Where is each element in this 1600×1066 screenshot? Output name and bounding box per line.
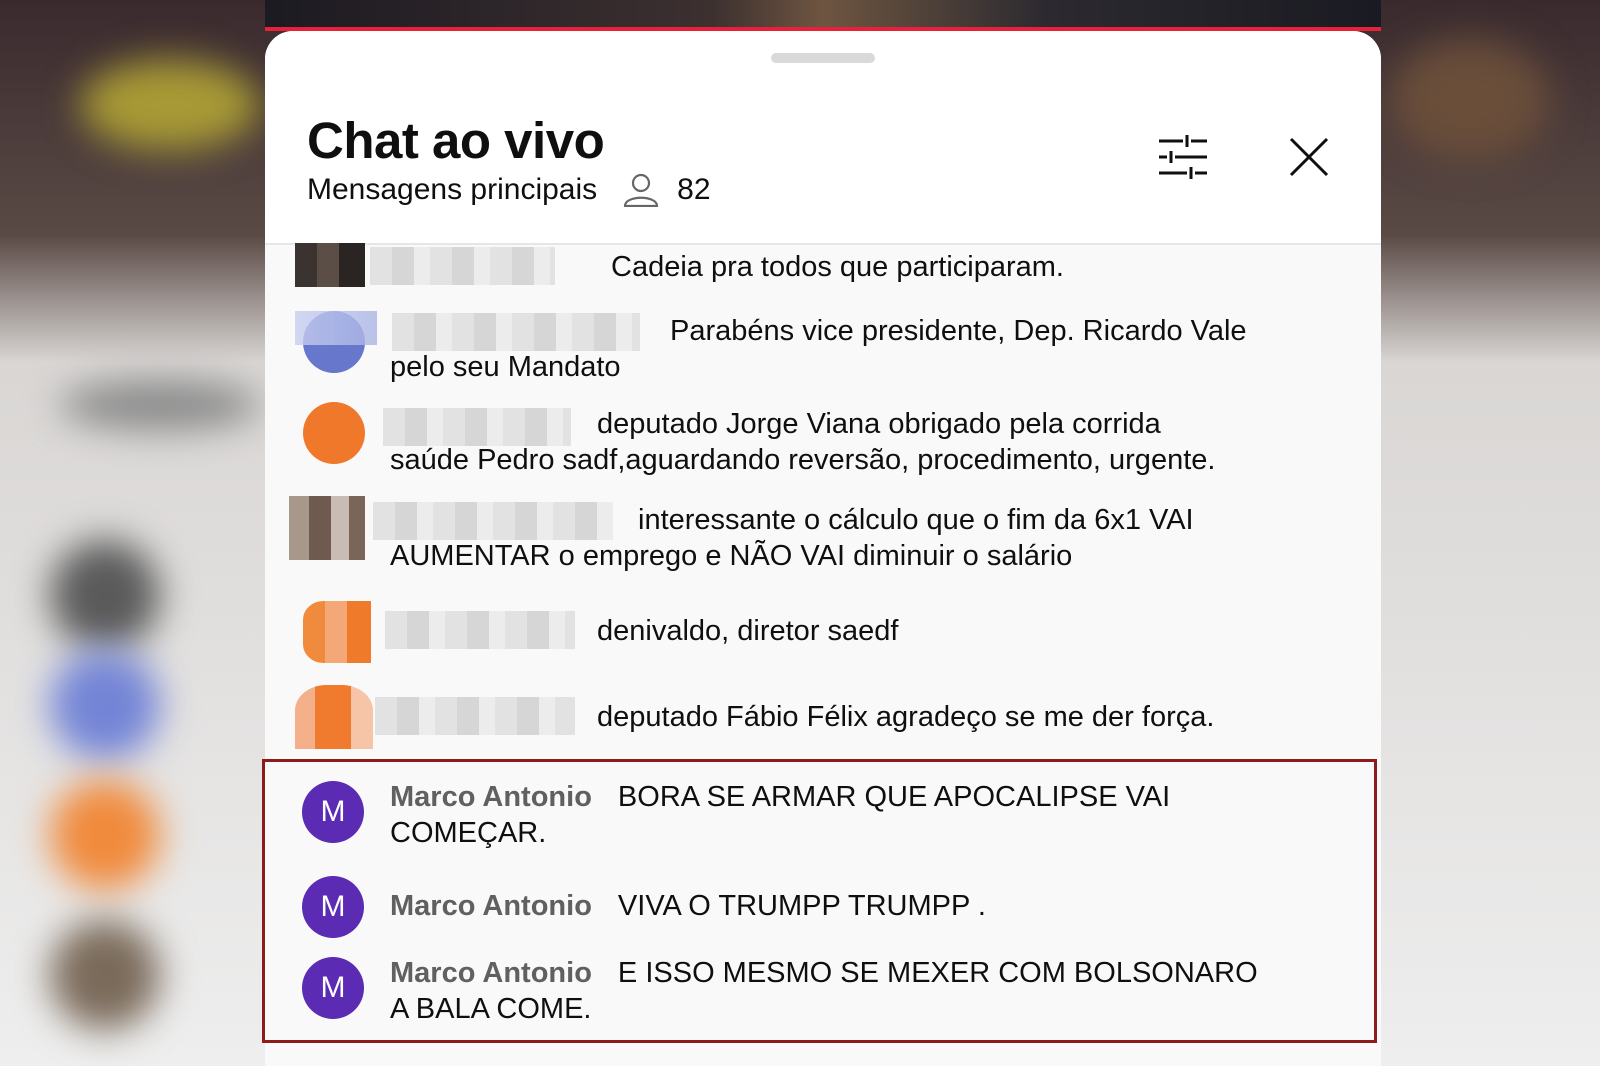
- chat-header: Chat ao vivo Mensagens principais 82: [265, 31, 1381, 243]
- chat-message: deputado Jorge Viana obrigado pela corri…: [265, 402, 1381, 492]
- message-text-line2: saúde Pedro sadf,aguardando reversão, pr…: [390, 444, 1216, 476]
- chat-mode-label[interactable]: Mensagens principais: [307, 173, 597, 207]
- chat-subtitle-row: Mensagens principais 82: [307, 173, 711, 207]
- avatar: [303, 402, 365, 464]
- message-text: deputado Fábio Félix agradeço se me der …: [597, 701, 1215, 733]
- avatar-redaction: [295, 311, 377, 345]
- chat-message: deputado Fábio Félix agradeço se me der …: [265, 685, 1381, 755]
- message-text: denivaldo, diretor saedf: [597, 615, 899, 647]
- author-name-redacted: [385, 611, 575, 649]
- person-icon: [624, 173, 659, 207]
- chat-message: Cadeia pra todos que participaram.: [265, 243, 1381, 303]
- chat-title: Chat ao vivo: [307, 112, 605, 169]
- background-blob: [80, 60, 260, 150]
- avatar: [303, 601, 371, 663]
- author-name-redacted: [375, 697, 575, 735]
- video-strip: [265, 0, 1381, 30]
- message-text-line1: Parabéns vice presidente, Dep. Ricardo V…: [670, 315, 1247, 347]
- highlight-frame: [262, 759, 1377, 1043]
- viewer-count: 82: [677, 173, 711, 206]
- chat-message: interessante o cálculo que o fim da 6x1 …: [265, 496, 1381, 586]
- drag-handle[interactable]: [771, 53, 875, 63]
- chat-message: Parabéns vice presidente, Dep. Ricardo V…: [265, 307, 1381, 397]
- author-name-redacted: [370, 247, 555, 285]
- message-text-line2: pelo seu Mandato: [390, 351, 621, 383]
- background-blob: [60, 380, 260, 430]
- avatar: [289, 496, 365, 560]
- message-text-line2: AUMENTAR o emprego e NÃO VAI diminuir o …: [390, 540, 1073, 572]
- background-blob: [50, 920, 160, 1030]
- avatar: [295, 243, 365, 287]
- close-icon[interactable]: [1287, 135, 1331, 179]
- avatar: [295, 685, 373, 749]
- message-text: Cadeia pra todos que participaram.: [611, 251, 1064, 283]
- message-text-line1: deputado Jorge Viana obrigado pela corri…: [597, 408, 1161, 440]
- sliders-icon[interactable]: [1157, 133, 1209, 181]
- background-blob: [50, 780, 160, 890]
- chat-message: denivaldo, diretor saedf: [265, 601, 1381, 671]
- message-text-line1: interessante o cálculo que o fim da 6x1 …: [638, 504, 1194, 536]
- background-blob: [50, 650, 160, 760]
- author-name-redacted: [383, 408, 571, 446]
- author-name-redacted: [392, 313, 640, 351]
- background-blob: [1390, 40, 1550, 160]
- author-name-redacted: [373, 502, 613, 540]
- background-blob: [50, 540, 160, 650]
